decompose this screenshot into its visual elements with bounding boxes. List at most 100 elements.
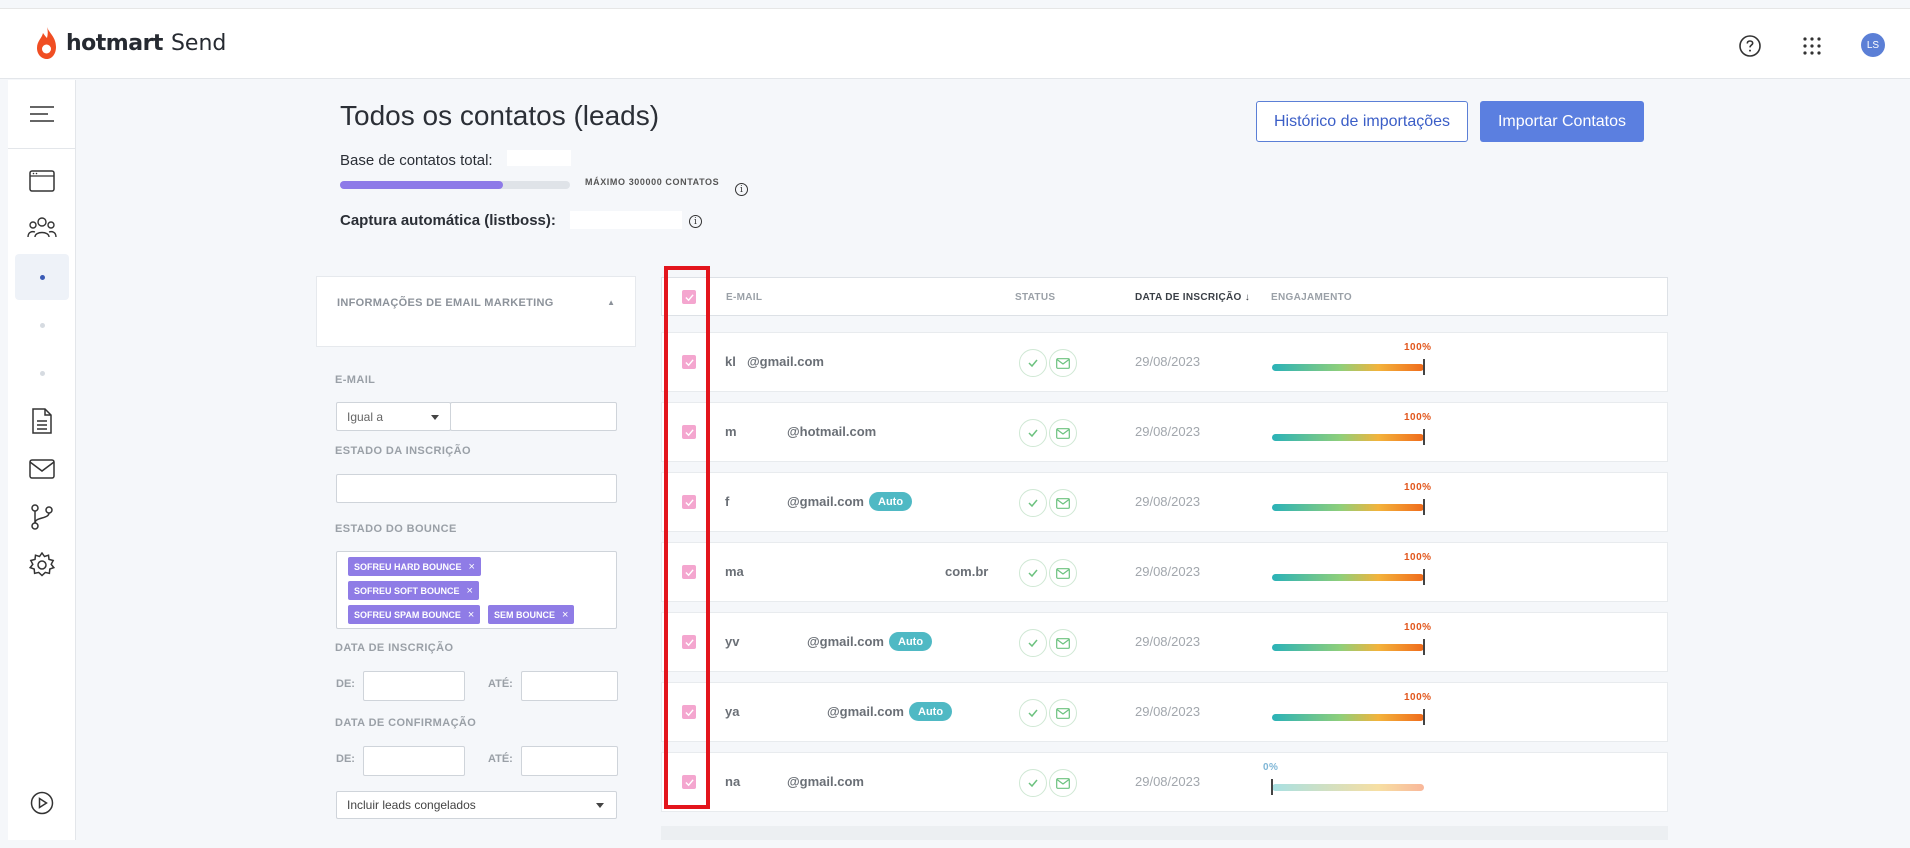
subscription-state-select[interactable] — [336, 474, 617, 503]
email-start: f — [725, 494, 730, 509]
email-status-icon[interactable] — [1049, 489, 1077, 517]
subscription-date-label: DATA DE INSCRIÇÃO — [335, 642, 454, 654]
hotmart-flame-icon — [37, 27, 56, 59]
auto-badge: Auto — [889, 632, 933, 651]
to-label: ATÉ: — [488, 678, 513, 690]
subscription-date: 29/08/2023 — [1135, 354, 1201, 369]
email-status-icon[interactable] — [1049, 349, 1077, 377]
row-checkbox[interactable] — [682, 565, 696, 579]
confirmed-check-icon[interactable] — [1019, 489, 1047, 517]
confirmed-check-icon[interactable] — [1019, 419, 1047, 447]
chevron-down-icon — [431, 415, 439, 420]
email-filter-label: E-MAIL — [335, 374, 376, 386]
column-subscription-date[interactable]: DATA DE INSCRIÇÃO ↓ — [1135, 292, 1250, 303]
import-history-button[interactable]: Histórico de importações — [1256, 101, 1468, 142]
confirmed-check-icon[interactable] — [1019, 349, 1047, 377]
table-row[interactable]: yv @gmail.com Auto 29/08/2023 100% — [661, 612, 1668, 672]
email-domain: com.br — [945, 564, 989, 579]
table-row[interactable]: ya @gmail.com Auto 29/08/2023 100% — [661, 682, 1668, 742]
column-engagement[interactable]: ENGAJAMENTO — [1271, 292, 1352, 303]
subscription-date-from-input[interactable] — [363, 671, 465, 701]
column-status[interactable]: STATUS — [1015, 292, 1055, 303]
subscription-date: 29/08/2023 — [1135, 704, 1201, 719]
filter-panel-title: INFORMAÇÕES DE EMAIL MARKETING — [337, 297, 554, 309]
email-status-icon[interactable] — [1049, 769, 1077, 797]
remove-tag-icon[interactable]: × — [562, 609, 568, 621]
user-avatar[interactable]: LS — [1861, 33, 1885, 57]
tag-label: SEM BOUNCE — [494, 609, 556, 620]
table-row[interactable]: f @gmail.com Auto 29/08/2023 100% — [661, 472, 1668, 532]
row-checkbox[interactable] — [682, 775, 696, 789]
hotmart-send-logo[interactable]: hotmart Send — [34, 26, 226, 60]
listboss-label: Captura automática (listboss): — [340, 212, 556, 229]
email-domain: @gmail.com — [787, 494, 864, 509]
auto-badge: Auto — [909, 702, 953, 721]
row-checkbox[interactable] — [682, 495, 696, 509]
confirmed-check-icon[interactable] — [1019, 769, 1047, 797]
confirmed-check-icon[interactable] — [1019, 699, 1047, 727]
email-operator-select[interactable]: Igual a — [336, 402, 451, 431]
table-header: E-MAIL STATUS DATA DE INSCRIÇÃO ↓ ENGAJA… — [661, 277, 1668, 316]
confirmation-date-label: DATA DE CONFIRMAÇÃO — [335, 717, 477, 729]
sidebar-item-active[interactable] — [15, 254, 69, 300]
from-label: DE: — [336, 678, 355, 690]
row-checkbox[interactable] — [682, 355, 696, 369]
email-status-icon[interactable] — [1049, 699, 1077, 727]
collapse-caret-icon[interactable]: ▲ — [607, 298, 615, 307]
mail-icon[interactable] — [15, 446, 69, 492]
confirmation-date-to-input[interactable] — [521, 746, 618, 776]
contacts-icon[interactable] — [15, 205, 69, 251]
email-domain: @gmail.com — [827, 704, 904, 719]
column-email[interactable]: E-MAIL — [726, 292, 762, 303]
play-icon[interactable] — [15, 780, 69, 826]
top-bar: hotmart Send LS — [0, 8, 1910, 79]
email-status-icon[interactable] — [1049, 629, 1077, 657]
remove-tag-icon[interactable]: × — [468, 609, 474, 621]
subscription-date-to-input[interactable] — [521, 671, 618, 701]
capacity-fill — [340, 181, 504, 189]
frozen-leads-select[interactable]: Incluir leads congelados — [336, 791, 617, 819]
document-icon[interactable] — [15, 398, 69, 444]
email-marketing-filter-header[interactable]: INFORMAÇÕES DE EMAIL MARKETING ▲ — [316, 276, 636, 347]
flow-icon[interactable] — [15, 494, 69, 540]
bounce-state-multiselect[interactable]: SOFREU HARD BOUNCE × SOFREU SOFT BOUNCE × … — [336, 551, 617, 629]
row-checkbox[interactable] — [682, 425, 696, 439]
email-value-input[interactable] — [450, 402, 617, 431]
sidebar-item-dot[interactable] — [15, 302, 69, 348]
row-checkbox[interactable] — [682, 705, 696, 719]
info-icon[interactable]: i — [689, 215, 702, 228]
import-contacts-button[interactable]: Importar Contatos — [1480, 101, 1644, 142]
tag-label: SOFREU SPAM BOUNCE — [354, 609, 461, 620]
engagement-percent: 100% — [1404, 552, 1432, 563]
engagement-bar — [1272, 714, 1424, 721]
table-row[interactable]: kl @gmail.com 29/08/2023 100% — [661, 332, 1668, 392]
settings-icon[interactable] — [15, 542, 69, 588]
remove-tag-icon[interactable]: × — [467, 585, 473, 597]
help-circle-icon[interactable] — [1736, 32, 1764, 60]
select-all-checkbox[interactable] — [682, 290, 696, 304]
sidebar-item-dot[interactable] — [15, 350, 69, 396]
max-contacts-label: MÁXIMO 300000 CONTATOS — [585, 177, 720, 187]
to-label: ATÉ: — [488, 753, 513, 765]
bounce-tag: SOFREU HARD BOUNCE × — [348, 557, 481, 576]
window-icon[interactable] — [15, 158, 69, 204]
remove-tag-icon[interactable]: × — [469, 561, 475, 573]
confirmed-check-icon[interactable] — [1019, 629, 1047, 657]
confirmation-date-from-input[interactable] — [363, 746, 465, 776]
table-row[interactable]: na @gmail.com 29/08/2023 0% — [661, 752, 1668, 812]
engagement-bar — [1272, 574, 1424, 581]
row-checkbox[interactable] — [682, 635, 696, 649]
confirmed-check-icon[interactable] — [1019, 559, 1047, 587]
email-status-icon[interactable] — [1049, 419, 1077, 447]
email-start: ma — [725, 564, 744, 579]
table-row[interactable]: ma com.br 29/08/2023 100% — [661, 542, 1668, 602]
menu-icon[interactable] — [15, 91, 69, 137]
table-row[interactable]: m @hotmail.com 29/08/2023 100% — [661, 402, 1668, 462]
apps-grid-icon[interactable] — [1798, 32, 1826, 60]
email-status-icon[interactable] — [1049, 559, 1077, 587]
engagement-percent: 0% — [1263, 762, 1279, 773]
from-label: DE: — [336, 753, 355, 765]
engagement-bar — [1272, 644, 1424, 651]
info-icon[interactable]: i — [735, 183, 748, 196]
engagement-bar — [1272, 504, 1424, 511]
